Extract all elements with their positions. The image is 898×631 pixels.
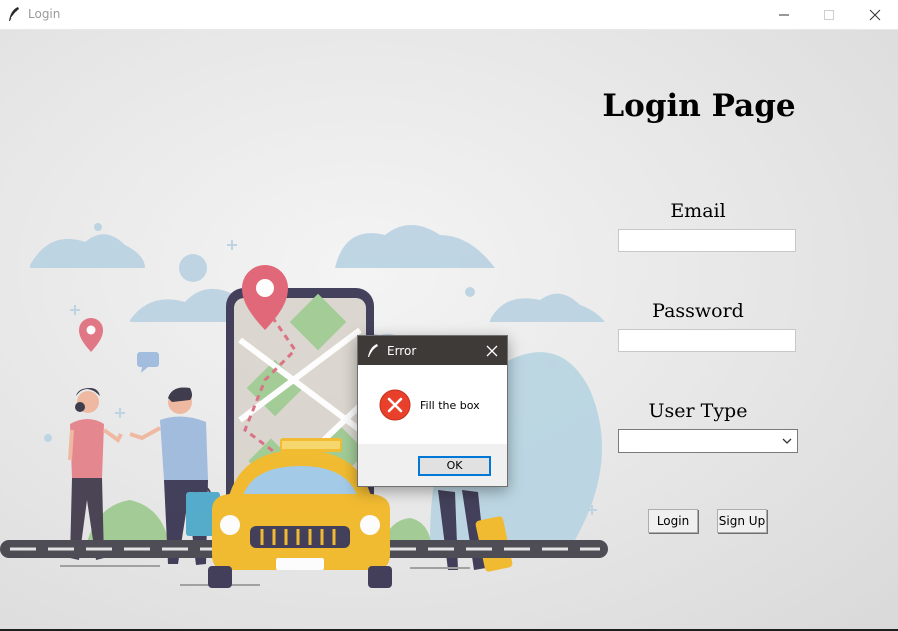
page-title: Login Page (602, 88, 796, 124)
login-window-content: Login Page Email Password User Type Logi… (0, 30, 898, 629)
close-icon[interactable] (486, 345, 498, 357)
password-field[interactable] (618, 329, 796, 352)
email-label: Email (670, 200, 726, 222)
chevron-down-icon (782, 438, 792, 444)
feather-icon (9, 7, 19, 21)
error-dialog: Error Fill the box OK (357, 335, 508, 487)
login-button[interactable]: Login (648, 509, 698, 533)
taxi-booking-illustration (0, 223, 608, 588)
dialog-message: Fill the box (420, 399, 480, 412)
close-button[interactable] (852, 0, 898, 29)
user-type-select[interactable] (618, 429, 798, 453)
email-field[interactable] (618, 229, 796, 252)
minimize-icon (779, 14, 789, 16)
password-label: Password (652, 300, 744, 322)
ok-button[interactable]: OK (418, 456, 491, 476)
maximize-icon (824, 10, 834, 20)
dialog-body: Fill the box (358, 365, 507, 444)
dialog-footer: OK (358, 444, 507, 486)
close-icon (869, 9, 881, 21)
sign-up-button[interactable]: Sign Up (717, 509, 767, 533)
minimize-button[interactable] (761, 0, 807, 29)
window-title: Login (28, 7, 61, 21)
maximize-button[interactable] (806, 0, 852, 29)
window-titlebar: Login (0, 0, 898, 30)
error-icon (379, 389, 411, 421)
dialog-title: Error (387, 344, 417, 358)
dialog-titlebar: Error (358, 336, 507, 365)
user-type-label: User Type (648, 400, 748, 422)
feather-icon (368, 344, 378, 357)
